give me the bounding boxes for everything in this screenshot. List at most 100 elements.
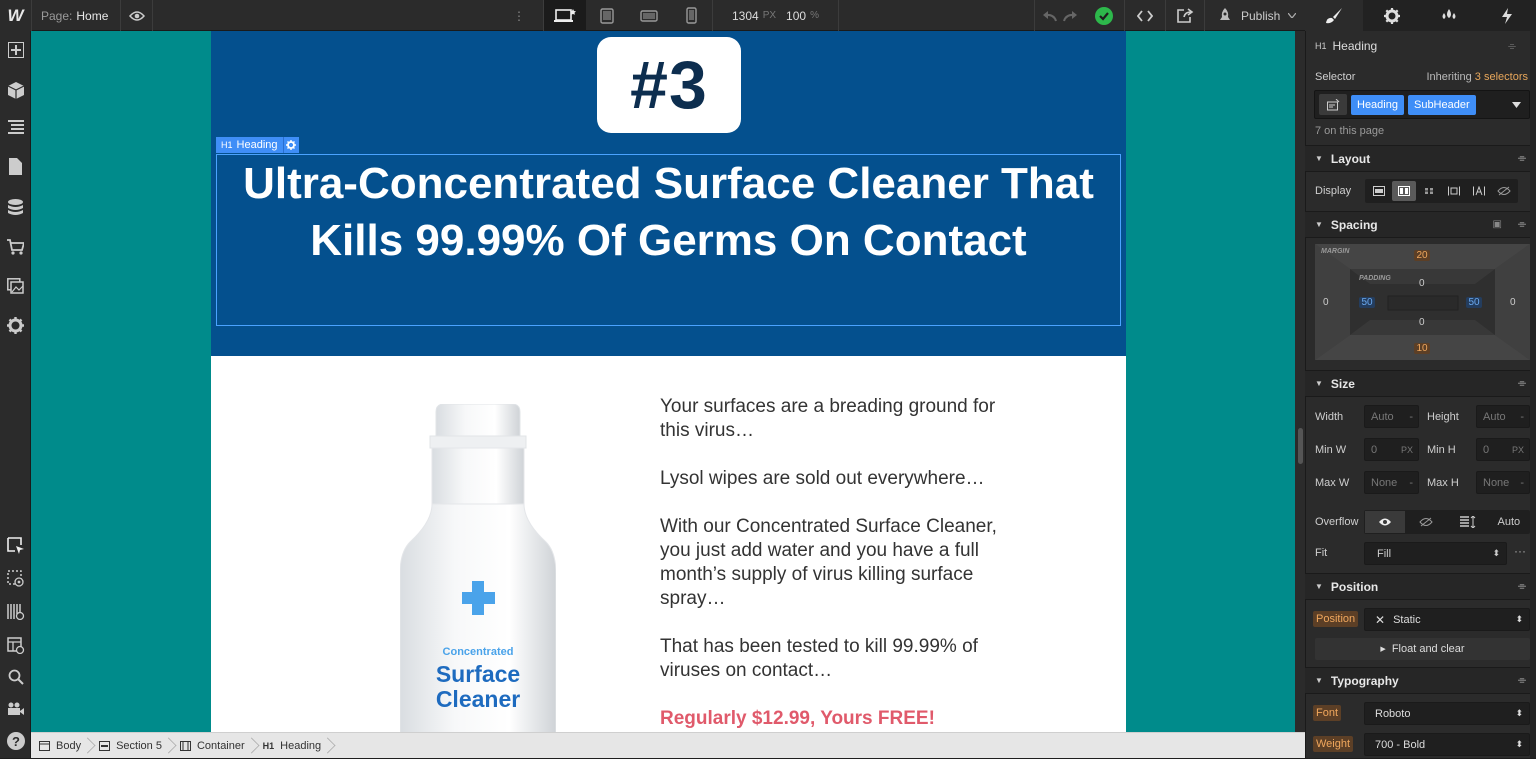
add-elements-icon[interactable] bbox=[0, 36, 31, 64]
redo-icon[interactable] bbox=[1060, 0, 1080, 31]
element-settings-gear-icon[interactable] bbox=[282, 137, 299, 153]
class-pill-heading[interactable]: Heading bbox=[1351, 94, 1404, 115]
mobile-landscape-icon[interactable] bbox=[628, 0, 670, 31]
symbols-cube-icon[interactable] bbox=[0, 76, 31, 104]
page-selector[interactable]: Page: Home bbox=[41, 0, 108, 31]
canvas-scroll-thumb[interactable] bbox=[1298, 428, 1303, 464]
margin-top-value[interactable]: 20 bbox=[1414, 250, 1430, 261]
more-options-icon[interactable]: ··· bbox=[1514, 544, 1526, 558]
number-badge[interactable]: #3 bbox=[597, 37, 741, 133]
section-layout[interactable]: ▼ Layout ⌯ bbox=[1305, 145, 1536, 172]
section-size[interactable]: ▼ Size ⌯ bbox=[1305, 370, 1536, 397]
navigator-icon[interactable] bbox=[0, 113, 31, 141]
paragraph-4[interactable]: That has been tested to kill 99.99% of v… bbox=[660, 635, 1020, 683]
display-flex-icon[interactable] bbox=[1392, 181, 1416, 201]
paragraph-1[interactable]: Your surfaces are a breading ground for … bbox=[660, 395, 1020, 443]
settings-gear-icon[interactable] bbox=[0, 311, 31, 339]
selector-field[interactable]: Heading SubHeader bbox=[1314, 90, 1530, 119]
padding-right-value[interactable]: 50 bbox=[1466, 297, 1482, 308]
weight-select[interactable]: 700 - Bold ⬍ bbox=[1364, 733, 1530, 756]
breadcrumb-section[interactable]: Section 5 bbox=[91, 733, 172, 759]
chevron-down-icon[interactable] bbox=[1512, 101, 1521, 108]
paragraph-3[interactable]: With our Concentrated Surface Cleaner, y… bbox=[660, 515, 1020, 611]
publish-button[interactable]: Publish bbox=[1205, 0, 1305, 31]
max-height-label: Max H bbox=[1427, 477, 1459, 489]
panel-scrollbar[interactable] bbox=[1530, 31, 1536, 758]
overflow-visible-eye-icon[interactable] bbox=[1365, 511, 1406, 533]
padding-top-value[interactable]: 0 bbox=[1419, 278, 1425, 289]
font-select[interactable]: Roboto ⬍ bbox=[1364, 702, 1530, 725]
x-ray-mode-icon[interactable] bbox=[0, 597, 31, 625]
display-block-icon[interactable] bbox=[1367, 181, 1391, 201]
video-tutorials-icon[interactable] bbox=[0, 695, 31, 723]
height-input[interactable]: Auto - bbox=[1476, 405, 1530, 428]
breadcrumb-body[interactable]: Body bbox=[31, 733, 91, 759]
tablet-breakpoint-icon[interactable] bbox=[586, 0, 628, 31]
search-icon[interactable] bbox=[0, 663, 31, 691]
clear-styles-icon[interactable]: ⌯ bbox=[1518, 581, 1526, 592]
cms-database-icon[interactable] bbox=[0, 193, 31, 221]
section-spacing[interactable]: ▼ Spacing ▣ ⌯ bbox=[1305, 211, 1536, 238]
undo-icon[interactable] bbox=[1040, 0, 1060, 31]
inheriting-info[interactable]: Inheriting 3 selectors bbox=[1426, 71, 1528, 83]
help-icon[interactable]: ? bbox=[0, 727, 31, 755]
overflow-scroll-icon[interactable] bbox=[1448, 511, 1488, 533]
class-pill-subheader[interactable]: SubHeader bbox=[1407, 94, 1476, 115]
display-inline-block-icon[interactable] bbox=[1442, 181, 1466, 201]
breadcrumb-heading[interactable]: H1 Heading bbox=[255, 733, 332, 759]
desktop-breakpoint-icon[interactable] bbox=[544, 0, 586, 31]
display-inline-icon[interactable] bbox=[1467, 181, 1491, 201]
section-position[interactable]: ▼ Position ⌯ bbox=[1305, 573, 1536, 600]
code-export-icon[interactable] bbox=[1125, 0, 1165, 31]
paragraph-2[interactable]: Lysol wipes are sold out everywhere… bbox=[660, 467, 1020, 491]
margin-right-value[interactable]: 0 bbox=[1510, 297, 1516, 308]
tab-interactions-bolt-icon[interactable] bbox=[1478, 0, 1536, 31]
canvas-scrollbar[interactable] bbox=[1295, 31, 1305, 732]
padding-left-value[interactable]: 50 bbox=[1359, 297, 1375, 308]
preview-eye-icon[interactable] bbox=[121, 0, 152, 31]
style-selector-menu-icon[interactable]: ⌯ bbox=[1508, 41, 1516, 52]
body-copy[interactable]: Your surfaces are a breading ground for … bbox=[660, 395, 1020, 755]
select-element-icon[interactable] bbox=[0, 532, 31, 560]
display-grid-icon[interactable] bbox=[1417, 181, 1441, 201]
webflow-logo[interactable]: W bbox=[0, 0, 31, 31]
margin-left-value[interactable]: 0 bbox=[1323, 297, 1329, 308]
margin-bottom-value[interactable]: 10 bbox=[1414, 343, 1430, 354]
publish-status-check-icon[interactable] bbox=[1090, 0, 1118, 31]
ecommerce-cart-icon[interactable] bbox=[0, 233, 31, 261]
selector-state-icon[interactable] bbox=[1319, 94, 1347, 115]
fit-select[interactable]: Fill ⬍ bbox=[1364, 542, 1507, 565]
max-width-input[interactable]: None - bbox=[1364, 471, 1419, 494]
preview-layout-icon[interactable] bbox=[0, 631, 31, 659]
show-element-edges-icon[interactable] bbox=[0, 564, 31, 592]
pages-icon[interactable] bbox=[0, 152, 31, 180]
max-width-label: Max W bbox=[1315, 477, 1350, 489]
assets-images-icon[interactable] bbox=[0, 272, 31, 300]
display-none-icon[interactable] bbox=[1492, 181, 1516, 201]
tab-settings-gear-icon[interactable] bbox=[1363, 0, 1421, 31]
float-and-clear-toggle[interactable]: ▶ Float and clear bbox=[1315, 638, 1530, 660]
hero-heading[interactable]: Ultra-Concentrated Surface Cleaner That … bbox=[216, 154, 1121, 326]
overflow-hidden-icon[interactable] bbox=[1406, 511, 1446, 533]
max-height-input[interactable]: None - bbox=[1476, 471, 1530, 494]
price-offer[interactable]: Regularly $12.99, Yours FREE! bbox=[660, 707, 1020, 731]
mobile-portrait-icon[interactable] bbox=[670, 0, 712, 31]
position-select[interactable]: ✕ Static ⬍ bbox=[1364, 608, 1530, 631]
tab-style-brush-icon[interactable] bbox=[1305, 0, 1363, 31]
spacing-box-icon[interactable]: ▣ bbox=[1493, 219, 1502, 230]
more-vertical-icon[interactable]: ⋮ bbox=[508, 0, 530, 31]
tab-style-manager-drops-icon[interactable] bbox=[1421, 0, 1479, 31]
width-input[interactable]: Auto - bbox=[1364, 405, 1419, 428]
min-height-input[interactable]: 0 PX bbox=[1476, 438, 1530, 461]
element-selection-label[interactable]: H1 Heading bbox=[216, 137, 299, 153]
overflow-auto-option[interactable]: Auto bbox=[1489, 511, 1529, 533]
section-typography[interactable]: ▼ Typography ⌯ bbox=[1305, 667, 1536, 694]
clear-styles-icon[interactable]: ⌯ bbox=[1518, 219, 1526, 230]
clear-styles-icon[interactable]: ⌯ bbox=[1518, 378, 1526, 389]
clear-styles-icon[interactable]: ⌯ bbox=[1518, 153, 1526, 164]
min-width-input[interactable]: 0 PX bbox=[1364, 438, 1419, 461]
clear-styles-icon[interactable]: ⌯ bbox=[1518, 675, 1526, 686]
padding-bottom-value[interactable]: 0 bbox=[1419, 317, 1425, 328]
share-icon[interactable] bbox=[1166, 0, 1204, 31]
breadcrumb-container[interactable]: Container bbox=[172, 733, 255, 759]
